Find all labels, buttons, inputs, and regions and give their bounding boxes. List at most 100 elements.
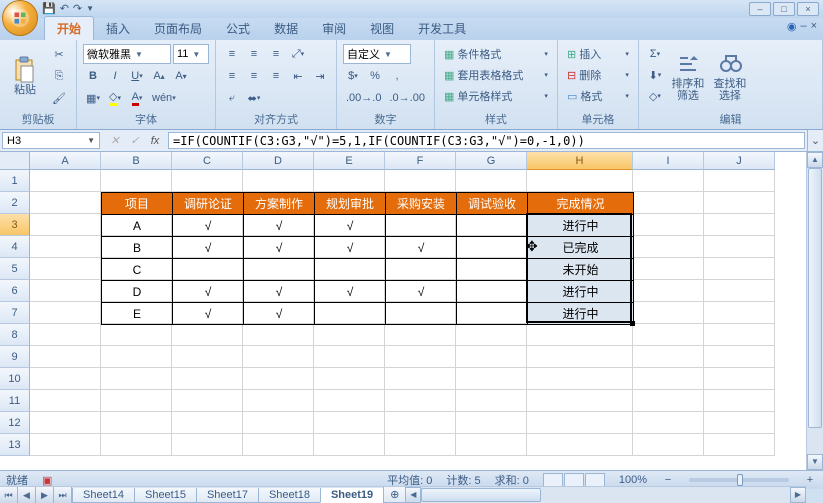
table-cell[interactable]: 未开始 bbox=[528, 259, 634, 281]
first-sheet-button[interactable]: ⏮ bbox=[0, 487, 18, 503]
table-cell[interactable] bbox=[315, 303, 386, 325]
format-painter-button[interactable]: 🖌 bbox=[48, 88, 70, 108]
macro-record-icon[interactable]: ▣ bbox=[42, 474, 52, 487]
sheet-tab[interactable]: Sheet14 bbox=[72, 488, 135, 503]
enter-formula-icon[interactable]: ✓ bbox=[126, 134, 144, 147]
table-cell[interactable]: E bbox=[102, 303, 173, 325]
italic-button[interactable]: I bbox=[105, 66, 125, 86]
tab-layout[interactable]: 页面布局 bbox=[142, 17, 214, 40]
last-sheet-button[interactable]: ⏭ bbox=[54, 487, 72, 503]
copy-button[interactable]: ⎘ bbox=[48, 66, 70, 86]
merge-center-button[interactable]: ⬌▾ bbox=[244, 88, 264, 108]
col-header-G[interactable]: G bbox=[456, 152, 527, 170]
phonetic-button[interactable]: wén▾ bbox=[149, 88, 179, 108]
find-select-button[interactable]: 查找和 选择 bbox=[711, 42, 749, 110]
new-sheet-button[interactable]: ⊕ bbox=[383, 487, 406, 503]
table-cell[interactable]: 进行中 bbox=[528, 215, 634, 237]
delete-cells-button[interactable]: ⊟ 删除▾ bbox=[564, 65, 632, 85]
number-format-combo[interactable]: 自定义▼ bbox=[343, 44, 411, 64]
sheet-tab[interactable]: Sheet18 bbox=[258, 488, 321, 503]
table-cell[interactable] bbox=[244, 259, 315, 281]
redo-icon[interactable]: ↷ bbox=[73, 2, 82, 15]
table-cell[interactable] bbox=[386, 259, 457, 281]
orientation-button[interactable]: ⤢▾ bbox=[288, 44, 308, 64]
doc-close-icon[interactable]: × bbox=[811, 20, 817, 33]
insert-cells-button[interactable]: ⊞ 插入▾ bbox=[564, 44, 632, 64]
table-cell[interactable] bbox=[386, 303, 457, 325]
row-header-11[interactable]: 11 bbox=[0, 390, 30, 412]
cut-button[interactable]: ✂ bbox=[48, 44, 70, 64]
horizontal-scrollbar[interactable]: ◀ ▶ bbox=[405, 487, 806, 503]
format-as-table-button[interactable]: ▦ 套用表格格式▾ bbox=[441, 65, 551, 85]
maximize-button[interactable]: □ bbox=[773, 2, 795, 16]
tab-data[interactable]: 数据 bbox=[262, 17, 310, 40]
accounting-button[interactable]: $▾ bbox=[343, 66, 363, 86]
border-button[interactable]: ▦▾ bbox=[83, 88, 103, 108]
fill-handle[interactable] bbox=[630, 321, 635, 326]
autosum-button[interactable]: Σ▾ bbox=[645, 44, 665, 64]
row-header-13[interactable]: 13 bbox=[0, 434, 30, 456]
table-cell[interactable]: √ bbox=[386, 281, 457, 303]
zoom-in-button[interactable]: + bbox=[803, 474, 817, 486]
undo-icon[interactable]: ↶ bbox=[60, 2, 69, 15]
row-header-5[interactable]: 5 bbox=[0, 258, 30, 280]
table-cell[interactable]: D bbox=[102, 281, 173, 303]
col-header-A[interactable]: A bbox=[30, 152, 101, 170]
table-cell[interactable] bbox=[457, 303, 528, 325]
table-cell[interactable]: √ bbox=[244, 215, 315, 237]
select-all-button[interactable] bbox=[0, 152, 30, 170]
tab-review[interactable]: 审阅 bbox=[310, 17, 358, 40]
col-header-E[interactable]: E bbox=[314, 152, 385, 170]
align-right-button[interactable]: ≡ bbox=[266, 66, 286, 86]
name-box[interactable]: H3▼ bbox=[2, 132, 100, 149]
vertical-scrollbar[interactable]: ▲ ▼ bbox=[806, 152, 823, 470]
table-cell[interactable] bbox=[457, 215, 528, 237]
expand-formula-bar[interactable]: ⌄ bbox=[807, 130, 823, 151]
col-header-J[interactable]: J bbox=[704, 152, 775, 170]
next-sheet-button[interactable]: ▶ bbox=[36, 487, 54, 503]
qat-dropdown-icon[interactable]: ▼ bbox=[86, 4, 94, 13]
sort-filter-button[interactable]: 排序和 筛选 bbox=[669, 42, 707, 110]
col-header-H[interactable]: H bbox=[527, 152, 633, 170]
page-break-view-button[interactable] bbox=[585, 473, 605, 487]
formula-input[interactable]: =IF(COUNTIF(C3:G3,"√")=5,1,IF(COUNTIF(C3… bbox=[168, 132, 805, 149]
table-cell[interactable]: C bbox=[102, 259, 173, 281]
save-icon[interactable]: 💾 bbox=[42, 2, 56, 15]
minimize-ribbon-icon[interactable]: – bbox=[800, 20, 806, 33]
row-header-7[interactable]: 7 bbox=[0, 302, 30, 324]
table-cell[interactable]: √ bbox=[244, 237, 315, 259]
table-cell[interactable]: √ bbox=[386, 237, 457, 259]
align-bottom-button[interactable]: ≡ bbox=[266, 44, 286, 64]
comma-button[interactable]: , bbox=[387, 66, 407, 86]
conditional-format-button[interactable]: ▦ 条件格式▾ bbox=[441, 44, 551, 64]
scroll-left-button[interactable]: ◀ bbox=[405, 487, 421, 503]
tab-developer[interactable]: 开发工具 bbox=[406, 17, 478, 40]
row-header-4[interactable]: 4 bbox=[0, 236, 30, 258]
shrink-font-button[interactable]: A▾ bbox=[171, 66, 191, 86]
office-button[interactable] bbox=[2, 0, 38, 36]
table-cell[interactable]: √ bbox=[173, 281, 244, 303]
fill-color-button[interactable]: ◇▾ bbox=[105, 88, 125, 108]
table-cell[interactable]: √ bbox=[244, 281, 315, 303]
fx-icon[interactable]: fx bbox=[146, 135, 164, 147]
table-cell[interactable]: 进行中 bbox=[528, 281, 634, 303]
grow-font-button[interactable]: A▴ bbox=[149, 66, 169, 86]
help-icon[interactable]: ◉ bbox=[787, 20, 797, 33]
cancel-formula-icon[interactable]: ✕ bbox=[106, 134, 124, 147]
row-header-6[interactable]: 6 bbox=[0, 280, 30, 302]
increase-indent-button[interactable]: ⇥ bbox=[310, 66, 330, 86]
sheet-tab[interactable]: Sheet17 bbox=[196, 488, 259, 503]
table-cell[interactable]: √ bbox=[315, 215, 386, 237]
font-size-combo[interactable]: 11▼ bbox=[173, 44, 209, 64]
sheet-tab[interactable]: Sheet15 bbox=[134, 488, 197, 503]
align-left-button[interactable]: ≡ bbox=[222, 66, 242, 86]
col-header-F[interactable]: F bbox=[385, 152, 456, 170]
scroll-right-button[interactable]: ▶ bbox=[790, 487, 806, 503]
prev-sheet-button[interactable]: ◀ bbox=[18, 487, 36, 503]
scroll-down-button[interactable]: ▼ bbox=[807, 454, 823, 470]
table-cell[interactable]: √ bbox=[173, 215, 244, 237]
zoom-level[interactable]: 100% bbox=[619, 474, 647, 486]
percent-button[interactable]: % bbox=[365, 66, 385, 86]
underline-button[interactable]: U▾ bbox=[127, 66, 147, 86]
table-cell[interactable]: √ bbox=[173, 237, 244, 259]
